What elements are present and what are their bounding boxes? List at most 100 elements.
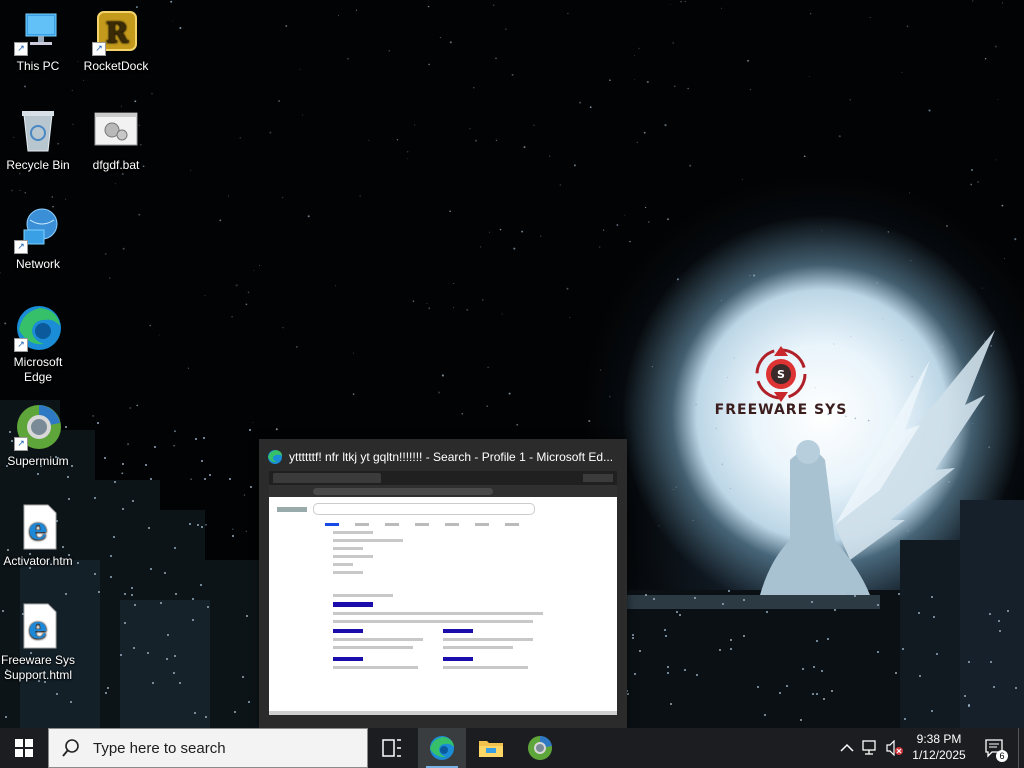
star	[501, 313, 503, 315]
desktop-icon-dfgdf-bat[interactable]: dfgdf.bat	[78, 107, 154, 173]
star	[449, 41, 452, 44]
star	[747, 59, 750, 62]
city-light	[831, 690, 833, 692]
shortcut-arrow-icon: ↗	[92, 42, 106, 56]
star	[388, 49, 391, 52]
taskbar-edge-button[interactable]	[418, 728, 466, 768]
star	[559, 184, 561, 186]
city-light	[684, 669, 686, 671]
star	[633, 79, 635, 81]
volume-tray-button[interactable]	[884, 728, 906, 768]
star	[850, 335, 852, 337]
taskbar-file-explorer-button[interactable]	[467, 728, 515, 768]
star	[1001, 204, 1004, 207]
edge-icon	[268, 450, 282, 464]
city-light	[110, 555, 112, 557]
city-light	[110, 576, 112, 578]
thumb-tab-bar	[269, 471, 617, 485]
city-light	[167, 634, 169, 636]
star	[982, 287, 983, 289]
star	[599, 369, 602, 371]
taskbar-supermium-button[interactable]	[516, 728, 564, 768]
star	[970, 183, 973, 186]
star	[721, 463, 724, 466]
desktop-icon-supermium[interactable]: ↗ Supermium	[0, 403, 76, 469]
city-light	[194, 712, 196, 714]
taskbar-search-box[interactable]: Type here to search	[48, 728, 368, 768]
city-light	[670, 703, 672, 705]
freeware-sys-logo: S FREEWARE SYS	[706, 344, 856, 424]
city-light	[94, 573, 96, 575]
city-light	[1015, 687, 1017, 689]
city-light	[968, 705, 970, 707]
desktop-icon-recycle-bin[interactable]: Recycle Bin	[0, 107, 76, 173]
city-light	[811, 601, 813, 603]
svg-text:S: S	[777, 368, 785, 381]
city-light	[148, 527, 150, 529]
taskbar-clock[interactable]: 9:38 PM 1/12/2025	[904, 731, 974, 763]
city-light	[195, 438, 197, 440]
network-tray-button[interactable]	[860, 728, 882, 768]
task-view-button[interactable]	[368, 728, 416, 768]
star	[114, 183, 116, 185]
star	[715, 427, 718, 430]
start-button[interactable]	[0, 728, 48, 768]
star	[426, 302, 428, 304]
thumb-tab	[273, 473, 381, 483]
city-light	[205, 716, 207, 718]
star	[174, 430, 176, 433]
city-light	[250, 486, 252, 488]
star	[259, 265, 261, 266]
city-light	[964, 695, 966, 697]
edge-taskbar-preview[interactable]: yttttttf! nfr ltkj yt gqltn!!!!!!! - Sea…	[259, 439, 627, 728]
star	[486, 405, 488, 407]
city-light	[150, 478, 152, 480]
city-light	[719, 649, 721, 651]
star	[475, 139, 478, 142]
city-light	[665, 635, 667, 637]
preview-thumbnail[interactable]	[269, 471, 617, 715]
thumb-url-field	[313, 487, 493, 495]
star	[449, 210, 451, 212]
city-light	[166, 658, 168, 660]
star	[253, 269, 255, 271]
show-desktop-button[interactable]	[1018, 728, 1024, 768]
star	[122, 173, 124, 175]
star	[428, 307, 431, 310]
desktop-icon-this-pc[interactable]: ↗ This PC	[0, 8, 76, 74]
action-center-button[interactable]: 6	[980, 728, 1010, 768]
city-light	[150, 568, 152, 570]
city-light	[664, 629, 666, 631]
city-light	[229, 478, 231, 480]
rocketdock-icon: R ↗	[92, 8, 140, 56]
desktop-icon-network[interactable]: ↗ Network	[0, 206, 76, 272]
city-light	[653, 598, 655, 600]
star	[493, 4, 495, 6]
star	[616, 224, 619, 226]
desktop-icon-activator-htm[interactable]: e Activator.htm	[0, 503, 76, 569]
star	[672, 42, 674, 44]
star	[352, 352, 354, 354]
thumb-search-box	[313, 503, 535, 515]
star	[173, 444, 175, 447]
star	[232, 528, 234, 530]
supermium-icon: ↗	[14, 403, 62, 451]
show-hidden-icons-button[interactable]	[838, 728, 856, 768]
city-light	[968, 661, 970, 663]
city-light	[895, 672, 897, 674]
star	[658, 525, 660, 527]
star	[638, 47, 640, 50]
desktop-icon-rocketdock[interactable]: R ↗ RocketDock	[78, 8, 154, 74]
city-light	[173, 672, 175, 674]
star	[302, 114, 304, 116]
desktop-icon-microsoft-edge[interactable]: ↗ Microsoft Edge	[0, 304, 76, 385]
city-light	[931, 596, 933, 598]
star	[172, 20, 174, 22]
star	[359, 195, 361, 197]
shortcut-arrow-icon: ↗	[14, 240, 28, 254]
city-light	[175, 593, 177, 595]
star	[129, 407, 132, 409]
star	[247, 291, 250, 294]
star	[984, 340, 986, 342]
desktop-icon-freeware-sys-support[interactable]: e Freeware Sys Support.html	[0, 602, 76, 683]
